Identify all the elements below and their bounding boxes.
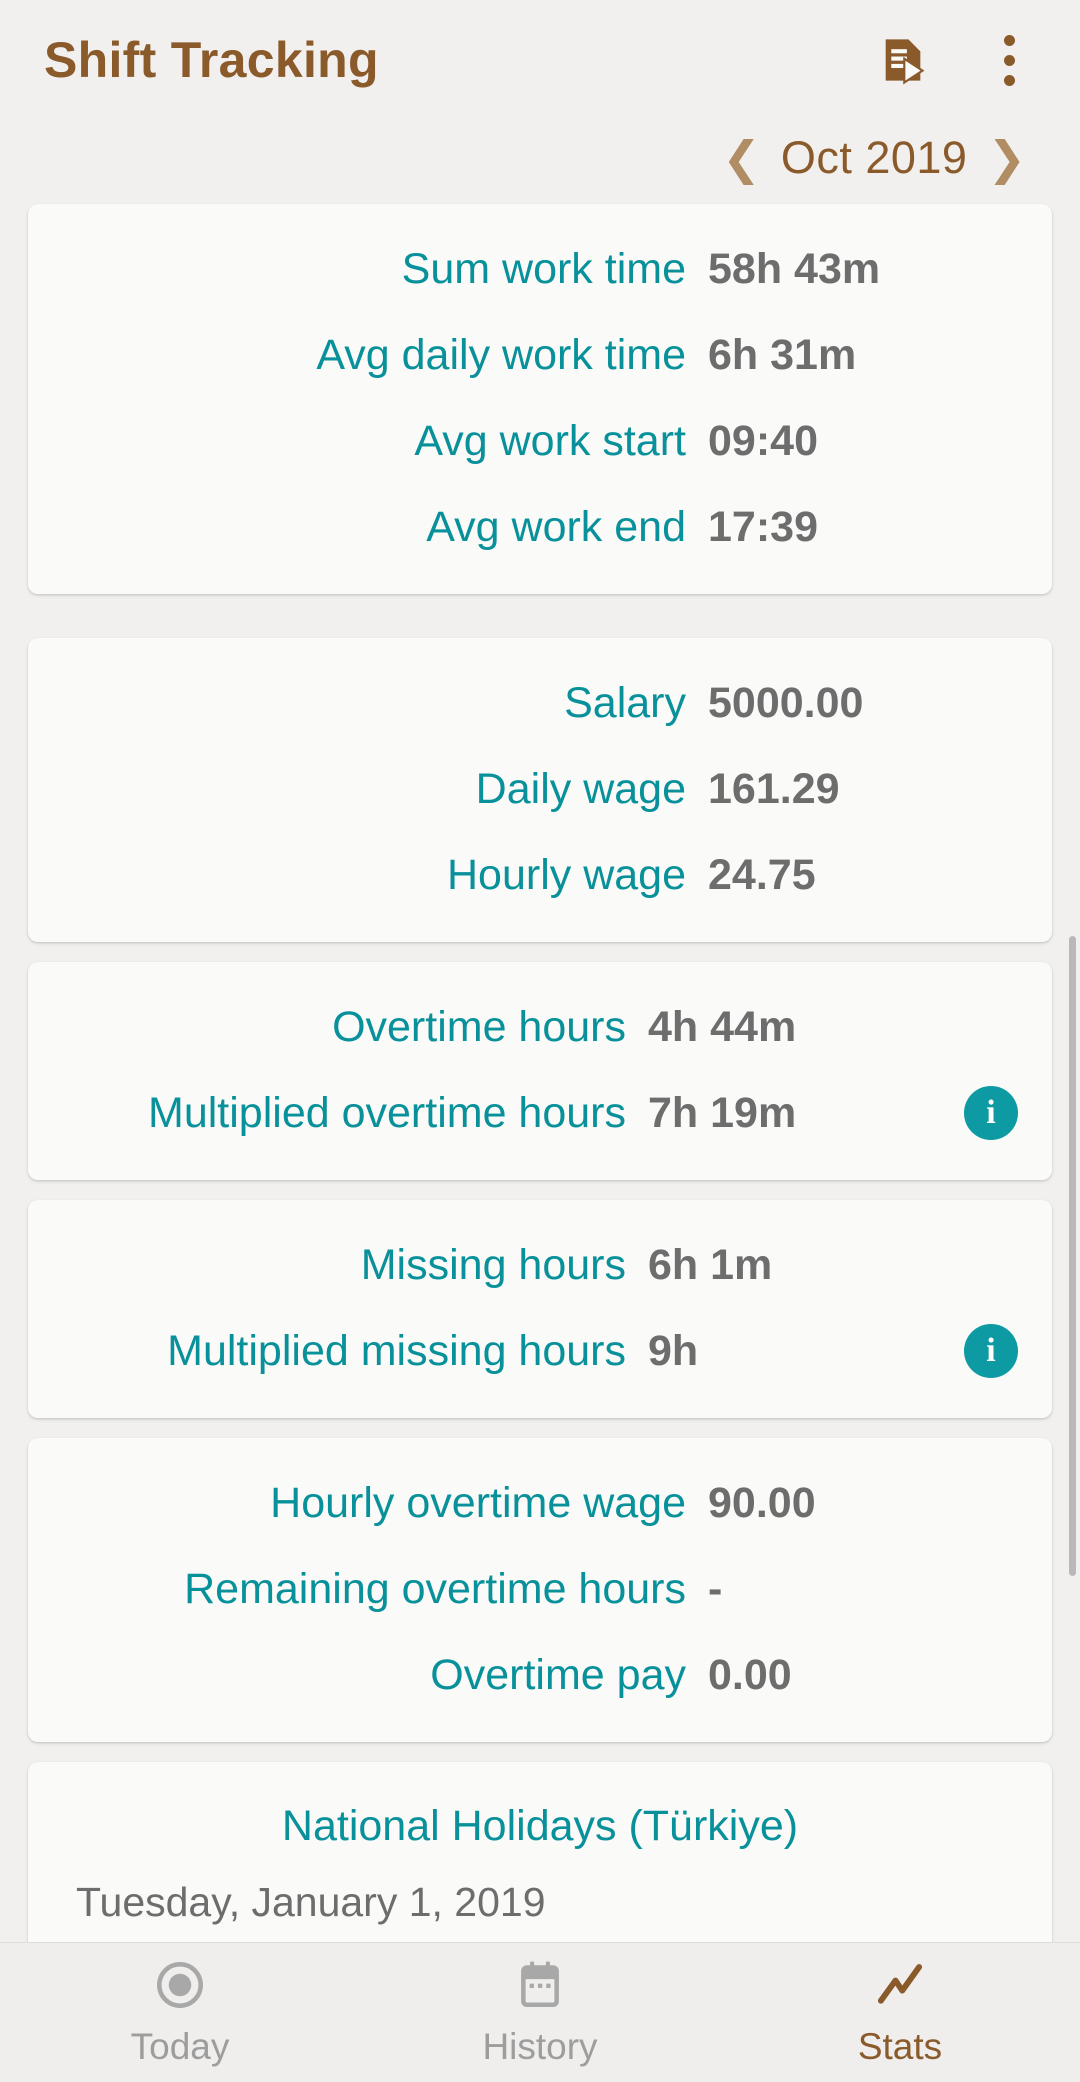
- stat-value: 7h 19m: [648, 1088, 797, 1137]
- stat-label: Hourly overtime wage: [270, 1478, 686, 1527]
- app-root: Shift Tracking ❮ Oct 2019 ❯ Sum work tim…: [0, 0, 1080, 2082]
- stat-row: Remaining overtime hours -: [62, 1546, 1018, 1632]
- nav-label: History: [482, 2025, 598, 2067]
- stat-row: Hourly overtime wage 90.00: [62, 1460, 1018, 1546]
- stat-label: Overtime hours: [332, 1002, 626, 1051]
- card-gap: [0, 1180, 1080, 1200]
- stat-value: 90.00: [708, 1478, 816, 1527]
- stat-label: Salary: [564, 678, 686, 727]
- stat-row: Multiplied overtime hours 7h 19m i: [62, 1070, 1018, 1156]
- list-item: Tuesday, January 1, 2019: [76, 1879, 546, 1925]
- stat-value: 09:40: [708, 416, 818, 465]
- stat-label: Avg daily work time: [316, 330, 686, 379]
- stat-label: Avg work end: [426, 502, 686, 551]
- nav-item-today[interactable]: Today: [0, 1958, 360, 2068]
- stat-value: -: [708, 1564, 723, 1613]
- nav-item-stats[interactable]: Stats: [720, 1958, 1080, 2068]
- bottom-navigation: Today History Stats: [0, 1942, 1080, 2082]
- more-vertical-icon[interactable]: [978, 29, 1040, 91]
- missing-hours-card: Missing hours 6h 1m Multiplied missing h…: [28, 1200, 1052, 1418]
- month-navigation: ❮ Oct 2019 ❯: [0, 120, 1080, 196]
- stat-label: Remaining overtime hours: [184, 1564, 686, 1613]
- stat-label: Missing hours: [360, 1240, 626, 1289]
- holidays-title: National Holidays (Türkiye): [281, 1802, 799, 1850]
- app-bar-actions: [872, 29, 1040, 91]
- stat-label: Overtime pay: [430, 1650, 686, 1699]
- trending-up-icon: [873, 1958, 927, 2012]
- stat-row: Avg work end 17:39: [62, 484, 1018, 570]
- stat-value: 6h 31m: [708, 330, 857, 379]
- stat-label: Avg work start: [414, 416, 686, 465]
- wages-card: Salary 5000.00 Daily wage 161.29 Hourly …: [28, 638, 1052, 942]
- stat-value: 161.29: [708, 764, 840, 813]
- card-gap: [0, 942, 1080, 962]
- page-title: Shift Tracking: [44, 32, 379, 88]
- stat-label: Daily wage: [475, 764, 686, 813]
- stat-label: Multiplied missing hours: [167, 1326, 626, 1375]
- stat-row: Avg work start 09:40: [62, 398, 1018, 484]
- overtime-pay-card: Hourly overtime wage 90.00 Remaining ove…: [28, 1438, 1052, 1742]
- stat-value: 9h: [648, 1326, 699, 1375]
- overtime-hours-card: Overtime hours 4h 44m Multiplied overtim…: [28, 962, 1052, 1180]
- stat-row: Overtime pay 0.00: [62, 1632, 1018, 1718]
- info-icon[interactable]: i: [964, 1324, 1018, 1378]
- stat-label: Multiplied overtime hours: [148, 1088, 626, 1137]
- stat-value: 24.75: [708, 850, 816, 899]
- stat-row: Hourly wage 24.75: [62, 832, 1018, 918]
- month-label: Oct 2019: [780, 132, 968, 183]
- record-circle-icon: [153, 1958, 207, 2012]
- stat-value: 5000.00: [708, 678, 864, 727]
- chevron-left-icon[interactable]: ❮: [708, 131, 775, 185]
- vertical-scrollbar[interactable]: [1069, 936, 1076, 1576]
- stat-value: 4h 44m: [648, 1002, 797, 1051]
- stat-row: Avg daily work time 6h 31m: [62, 312, 1018, 398]
- card-gap: [0, 1742, 1080, 1762]
- overflow-dots: [1003, 34, 1015, 86]
- calendar-icon: [513, 1958, 567, 2012]
- stat-value: 17:39: [708, 502, 818, 551]
- stat-value: 6h 1m: [648, 1240, 773, 1289]
- card-gap: [0, 1418, 1080, 1438]
- nav-label: Today: [130, 2025, 230, 2067]
- stat-value: 0.00: [708, 1650, 792, 1699]
- stat-row: Sum work time 58h 43m: [62, 226, 1018, 312]
- stat-value: 58h 43m: [708, 244, 881, 293]
- stats-list: Sum work time 58h 43m Avg daily work tim…: [0, 196, 1080, 1942]
- work-time-card: Sum work time 58h 43m Avg daily work tim…: [28, 204, 1052, 594]
- export-document-icon[interactable]: [872, 29, 934, 91]
- app-bar: Shift Tracking: [0, 0, 1080, 120]
- stats-scroll-area[interactable]: Sum work time 58h 43m Avg daily work tim…: [0, 196, 1080, 1942]
- list-item: [62, 1936, 1018, 1942]
- nav-item-history[interactable]: History: [360, 1958, 720, 2068]
- national-holidays-card: National Holidays (Türkiye) Tuesday, Jan…: [28, 1762, 1052, 1942]
- card-gap: [0, 594, 1080, 638]
- stat-row: Missing hours 6h 1m: [62, 1222, 1018, 1308]
- nav-label: Stats: [857, 2025, 943, 2067]
- info-icon[interactable]: i: [964, 1086, 1018, 1140]
- stat-row: Salary 5000.00: [62, 660, 1018, 746]
- stat-row: Daily wage 161.29: [62, 746, 1018, 832]
- chevron-right-icon[interactable]: ❯: [973, 131, 1040, 185]
- stat-row: Multiplied missing hours 9h i: [62, 1308, 1018, 1394]
- stat-row: Overtime hours 4h 44m: [62, 984, 1018, 1070]
- stat-label: Sum work time: [401, 244, 686, 293]
- stat-label: Hourly wage: [447, 850, 686, 899]
